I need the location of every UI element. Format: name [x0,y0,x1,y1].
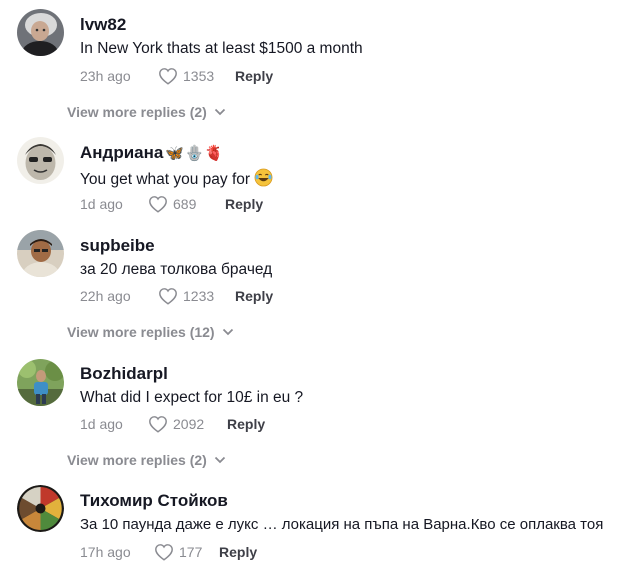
like-button[interactable]: 1233 [158,287,223,305]
view-more-replies-button[interactable]: View more replies (2) [67,104,226,120]
comment-item: Bozhidarpl What did I expect for 10£ in … [0,354,636,474]
like-button[interactable]: 1353 [158,67,223,85]
view-more-label: View more replies (2) [67,104,207,120]
view-more-label: View more replies (12) [67,324,215,340]
reply-button[interactable]: Reply [227,416,265,432]
avatar[interactable] [17,137,64,184]
like-count: 689 [173,196,197,212]
comment-text: За 10 паунда даже е лукс … локация на пъ… [80,516,604,533]
username-emojis: 🦋🪬🫀 [165,145,225,162]
username[interactable]: Андриана 🦋🪬🫀 [80,143,224,163]
like-count: 1233 [183,288,215,304]
comment-meta: 1d ago 2092 Reply [80,415,265,433]
chevron-down-icon [222,328,233,336]
reply-button[interactable]: Reply [235,68,273,84]
comment-item: Андриана 🦋🪬🫀 You get what you pay for 1d … [0,134,636,220]
timestamp: 1d ago [80,416,123,432]
comment-text: за 20 лева толкова брачед [80,261,273,278]
avatar[interactable] [17,359,64,406]
comment-meta: 23h ago 1353 Reply [80,67,273,85]
comment-meta: 1d ago 689 Reply [80,195,263,213]
comment-meta: 17h ago 177 Reply [80,543,257,561]
chevron-down-icon [214,108,225,116]
reply-button[interactable]: Reply [225,196,263,212]
timestamp: 1d ago [80,196,123,212]
like-button[interactable]: 177 [154,543,209,561]
timestamp: 23h ago [80,68,131,84]
like-count: 2092 [173,416,205,432]
comment-text: What did I expect for 10£ in eu ? [80,389,304,406]
reply-button[interactable]: Reply [219,544,257,560]
comment-text: In New York thats at least $1500 a month [80,40,363,57]
comment-text-body: You get what you pay for [80,171,251,188]
avatar[interactable] [17,9,64,56]
username-text: Андриана [80,143,164,162]
heart-outline-icon [159,288,177,305]
username[interactable]: lvw82 [80,15,126,35]
avatar[interactable] [17,230,64,277]
comment-item: Тихомир Стойков За 10 паунда даже е лукс… [0,482,636,570]
heart-outline-icon [149,416,167,433]
timestamp: 22h ago [80,288,131,304]
avatar[interactable] [17,485,64,532]
view-more-replies-button[interactable]: View more replies (12) [67,324,234,340]
like-button[interactable]: 2092 [148,415,213,433]
like-count: 1353 [183,68,215,84]
comment-item: lvw82 In New York thats at least $1500 a… [0,0,636,120]
like-button[interactable]: 689 [148,195,213,213]
view-more-label: View more replies (2) [67,452,207,468]
comment-text: You get what you pay for [80,168,273,189]
username[interactable]: Bozhidarpl [80,364,168,384]
username[interactable]: Тихомир Стойков [80,491,228,511]
comment-item: supbeibe за 20 лева толкова брачед 22h a… [0,226,636,346]
chevron-down-icon [214,456,225,464]
view-more-replies-button[interactable]: View more replies (2) [67,452,226,468]
comment-meta: 22h ago 1233 Reply [80,287,273,305]
heart-outline-icon [149,196,167,213]
heart-outline-icon [159,68,177,85]
tears-of-joy-emoji [254,168,273,187]
heart-outline-icon [155,544,173,561]
like-count: 177 [179,544,203,560]
username[interactable]: supbeibe [80,236,155,256]
reply-button[interactable]: Reply [235,288,273,304]
timestamp: 17h ago [80,544,131,560]
